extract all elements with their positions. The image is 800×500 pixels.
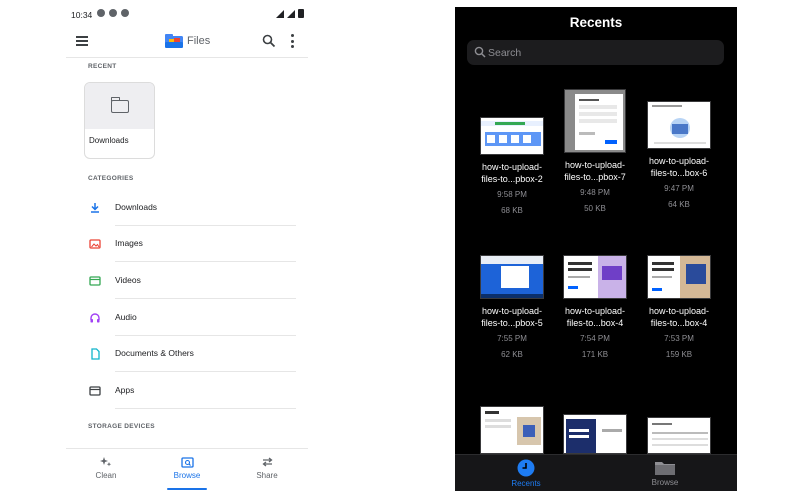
clock-icon [517, 459, 535, 477]
tab-browse[interactable]: Browse [635, 459, 695, 487]
file-thumbnail [480, 117, 544, 155]
file-size: 171 KB [581, 350, 609, 359]
file-item[interactable]: how-to-upload-files-to...box-4 7:53 PM 1… [641, 255, 717, 360]
notification-icon [97, 9, 105, 17]
active-tab-indicator [167, 488, 207, 490]
file-item[interactable]: how-to-upload-files-to...pbox-7 9:48 PM … [557, 89, 633, 214]
apps-icon [86, 382, 104, 400]
file-size: 68 KB [501, 206, 523, 215]
recent-section-header: RECENT [88, 63, 117, 70]
status-time: 10:34 [71, 10, 93, 20]
category-downloads[interactable]: Downloads [66, 190, 308, 226]
app-title: Files [187, 35, 211, 47]
file-size: 159 KB [665, 350, 693, 359]
comparison-screenshot: 10:34 Files RECENT Downloads CATEGORIES … [0, 0, 800, 500]
app-toolbar: Files [66, 26, 308, 58]
file-time: 7:53 PM [664, 334, 694, 343]
file-time: 9:48 PM [580, 188, 610, 197]
audio-icon [86, 309, 104, 327]
file-name: how-to-upload-files-to...box-6 [648, 156, 710, 178]
folder-icon [110, 97, 129, 113]
video-icon [86, 272, 104, 290]
ios-files-app: Recents Search how-to-upload-files-to...… [455, 7, 737, 491]
battery-icon [298, 9, 304, 18]
file-name: how-to-upload-files-to...box-4 [648, 306, 710, 328]
file-time: 7:55 PM [497, 334, 527, 343]
storage-section-header: STORAGE DEVICES [88, 423, 155, 430]
file-thumbnail [480, 406, 544, 454]
menu-icon[interactable] [76, 36, 88, 46]
file-item[interactable]: how-to-upload-files-to...box-4 7:54 PM 1… [557, 255, 633, 360]
search-placeholder: Search [488, 47, 522, 59]
recent-card-label: Downloads [89, 136, 129, 145]
bottom-tab-bar: Recents Browse [455, 454, 737, 491]
file-size: 50 KB [584, 204, 606, 213]
tab-clean[interactable]: Clean [76, 456, 136, 480]
file-name: how-to-upload-files-to...pbox-7 [564, 160, 626, 182]
file-name: how-to-upload-files-to...pbox-5 [481, 306, 543, 328]
file-item[interactable]: how-to-upload-files-to...pbox-2 9:58 PM … [474, 89, 550, 216]
file-thumbnail [647, 417, 711, 454]
file-item[interactable] [557, 414, 633, 454]
android-files-app: 10:34 Files RECENT Downloads CATEGORIES … [66, 4, 308, 490]
file-time: 9:58 PM [497, 190, 527, 199]
document-icon [86, 345, 104, 363]
search-icon[interactable] [262, 34, 276, 48]
search-field[interactable]: Search [467, 40, 724, 65]
tab-recents[interactable]: Recents [496, 459, 556, 488]
file-time: 7:54 PM [580, 334, 610, 343]
file-thumbnail [564, 89, 626, 153]
file-name: how-to-upload-files-to...box-4 [564, 306, 626, 328]
page-title: Recents [569, 15, 623, 30]
file-item[interactable]: how-to-upload-files-to...box-6 9:47 PM 6… [641, 89, 717, 210]
category-audio[interactable]: Audio [66, 300, 308, 336]
file-item[interactable] [641, 417, 717, 454]
status-bar: 10:34 [66, 4, 308, 26]
file-time: 9:47 PM [664, 184, 694, 193]
folder-icon [655, 462, 675, 475]
tab-share[interactable]: Share [237, 456, 297, 480]
category-videos[interactable]: Videos [66, 263, 308, 299]
recent-downloads-card[interactable]: Downloads [84, 82, 155, 159]
category-documents[interactable]: Documents & Others [66, 336, 308, 372]
notification-icon [109, 9, 117, 17]
share-icon [261, 457, 273, 467]
file-size: 62 KB [501, 350, 523, 359]
browse-icon [180, 457, 194, 468]
categories-section-header: CATEGORIES [88, 175, 134, 182]
file-item[interactable]: how-to-upload-files-to...pbox-5 7:55 PM … [474, 255, 550, 360]
cloud-icon [121, 9, 129, 17]
image-icon [86, 235, 104, 253]
wifi-icon [276, 9, 284, 18]
file-thumbnail [647, 101, 711, 149]
file-thumbnail [563, 414, 627, 454]
files-logo-icon [165, 34, 183, 48]
category-images[interactable]: Images [66, 226, 308, 262]
file-item[interactable] [474, 406, 550, 454]
download-icon [86, 199, 104, 217]
file-thumbnail [563, 255, 627, 299]
bottom-navigation: Clean Browse Share [66, 448, 308, 490]
file-name: how-to-upload-files-to...pbox-2 [481, 162, 543, 184]
category-apps[interactable]: Apps [66, 373, 308, 409]
more-options-icon[interactable] [290, 34, 294, 48]
file-size: 64 KB [668, 200, 690, 209]
sparkle-icon [100, 457, 112, 467]
file-thumbnail [480, 255, 544, 299]
search-icon [474, 46, 486, 58]
tab-browse[interactable]: Browse [157, 456, 217, 480]
signal-icon [287, 9, 295, 18]
file-thumbnail [647, 255, 711, 299]
